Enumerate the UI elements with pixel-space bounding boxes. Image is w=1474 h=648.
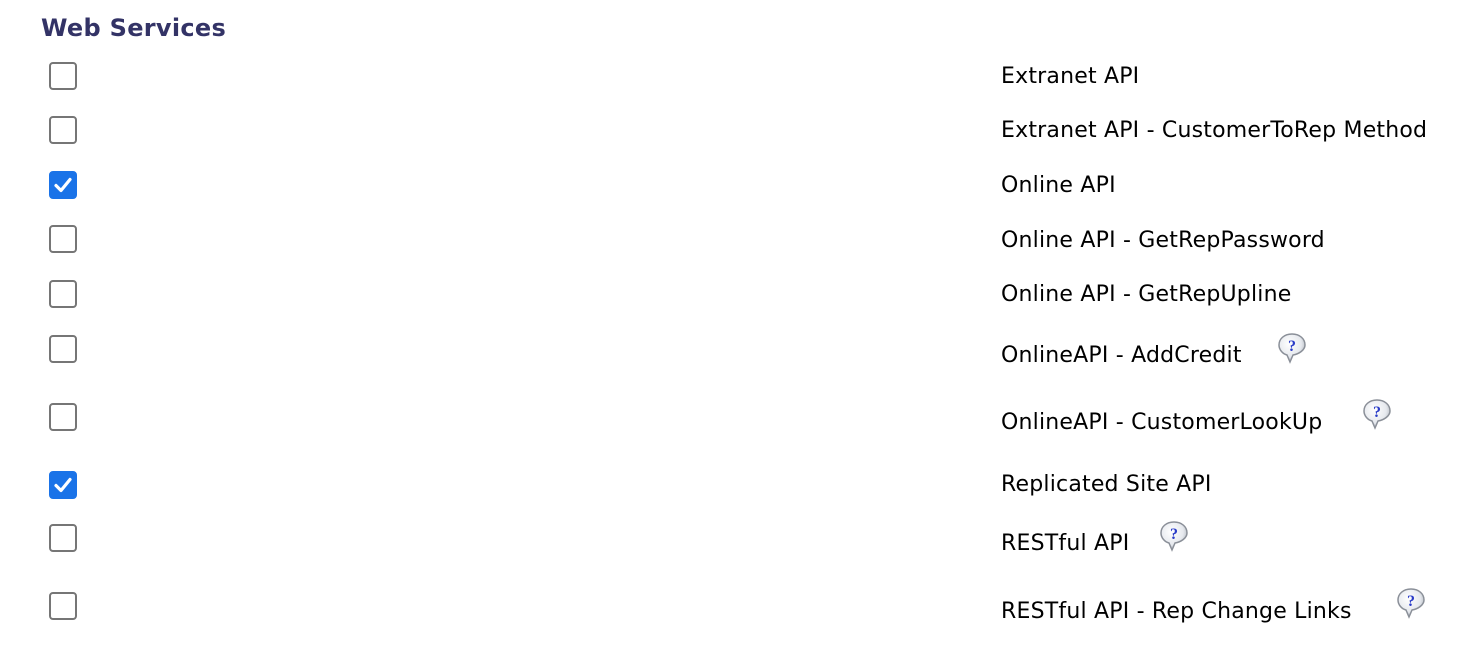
svg-text:?: ?	[1373, 404, 1381, 421]
service-checkbox[interactable]	[49, 116, 77, 144]
section-title: Web Services	[41, 14, 227, 42]
service-checkbox[interactable]	[49, 524, 77, 552]
service-row-restful-api-rep-change-links: RESTful API - Rep Change Links ?	[0, 588, 1474, 624]
service-label: Extranet API	[1001, 64, 1140, 89]
service-label: Replicated Site API	[1001, 472, 1212, 497]
service-row-onlineapi-customerlookup: OnlineAPI - CustomerLookUp ?	[0, 399, 1474, 435]
service-row-restful-api: RESTful API ?	[0, 521, 1474, 556]
service-label: OnlineAPI - AddCredit	[1001, 343, 1242, 368]
service-row-extranet-api-customertorep: Extranet API - CustomerToRep Method	[0, 116, 1474, 146]
help-question-icon[interactable]: ?	[1157, 519, 1191, 553]
service-row-online-api-getreppassword: Online API - GetRepPassword	[0, 225, 1474, 255]
service-label: Extranet API - CustomerToRep Method	[1001, 118, 1428, 143]
help-question-icon[interactable]: ?	[1394, 586, 1428, 620]
service-checkbox[interactable]	[49, 225, 77, 253]
service-label: RESTful API	[1001, 531, 1130, 556]
service-checkbox[interactable]	[49, 62, 77, 90]
service-row-extranet-api: Extranet API	[0, 62, 1474, 92]
checkmark-icon	[54, 177, 72, 193]
service-checkbox[interactable]	[49, 403, 77, 431]
svg-text:?: ?	[1170, 526, 1178, 543]
service-row-onlineapi-addcredit: OnlineAPI - AddCredit ?	[0, 333, 1474, 368]
help-question-icon[interactable]: ?	[1360, 397, 1394, 431]
service-checkbox[interactable]	[49, 335, 77, 363]
svg-text:?: ?	[1407, 593, 1415, 610]
service-row-online-api: Online API	[0, 170, 1474, 200]
help-question-icon[interactable]: ?	[1275, 331, 1309, 365]
service-label: Online API - GetRepUpline	[1001, 282, 1292, 307]
svg-text:?: ?	[1288, 338, 1296, 355]
service-checkbox[interactable]	[49, 280, 77, 308]
service-label: OnlineAPI - CustomerLookUp	[1001, 410, 1323, 435]
service-label: Online API - GetRepPassword	[1001, 228, 1325, 253]
service-row-replicated-site-api: Replicated Site API	[0, 469, 1474, 499]
service-checkbox[interactable]	[49, 471, 77, 499]
checkmark-icon	[54, 477, 72, 493]
service-row-online-api-getrepupline: Online API - GetRepUpline	[0, 280, 1474, 310]
service-checkbox[interactable]	[49, 592, 77, 620]
service-checkbox[interactable]	[49, 171, 77, 199]
service-label: Online API	[1001, 173, 1116, 198]
service-label: RESTful API - Rep Change Links	[1001, 599, 1352, 624]
